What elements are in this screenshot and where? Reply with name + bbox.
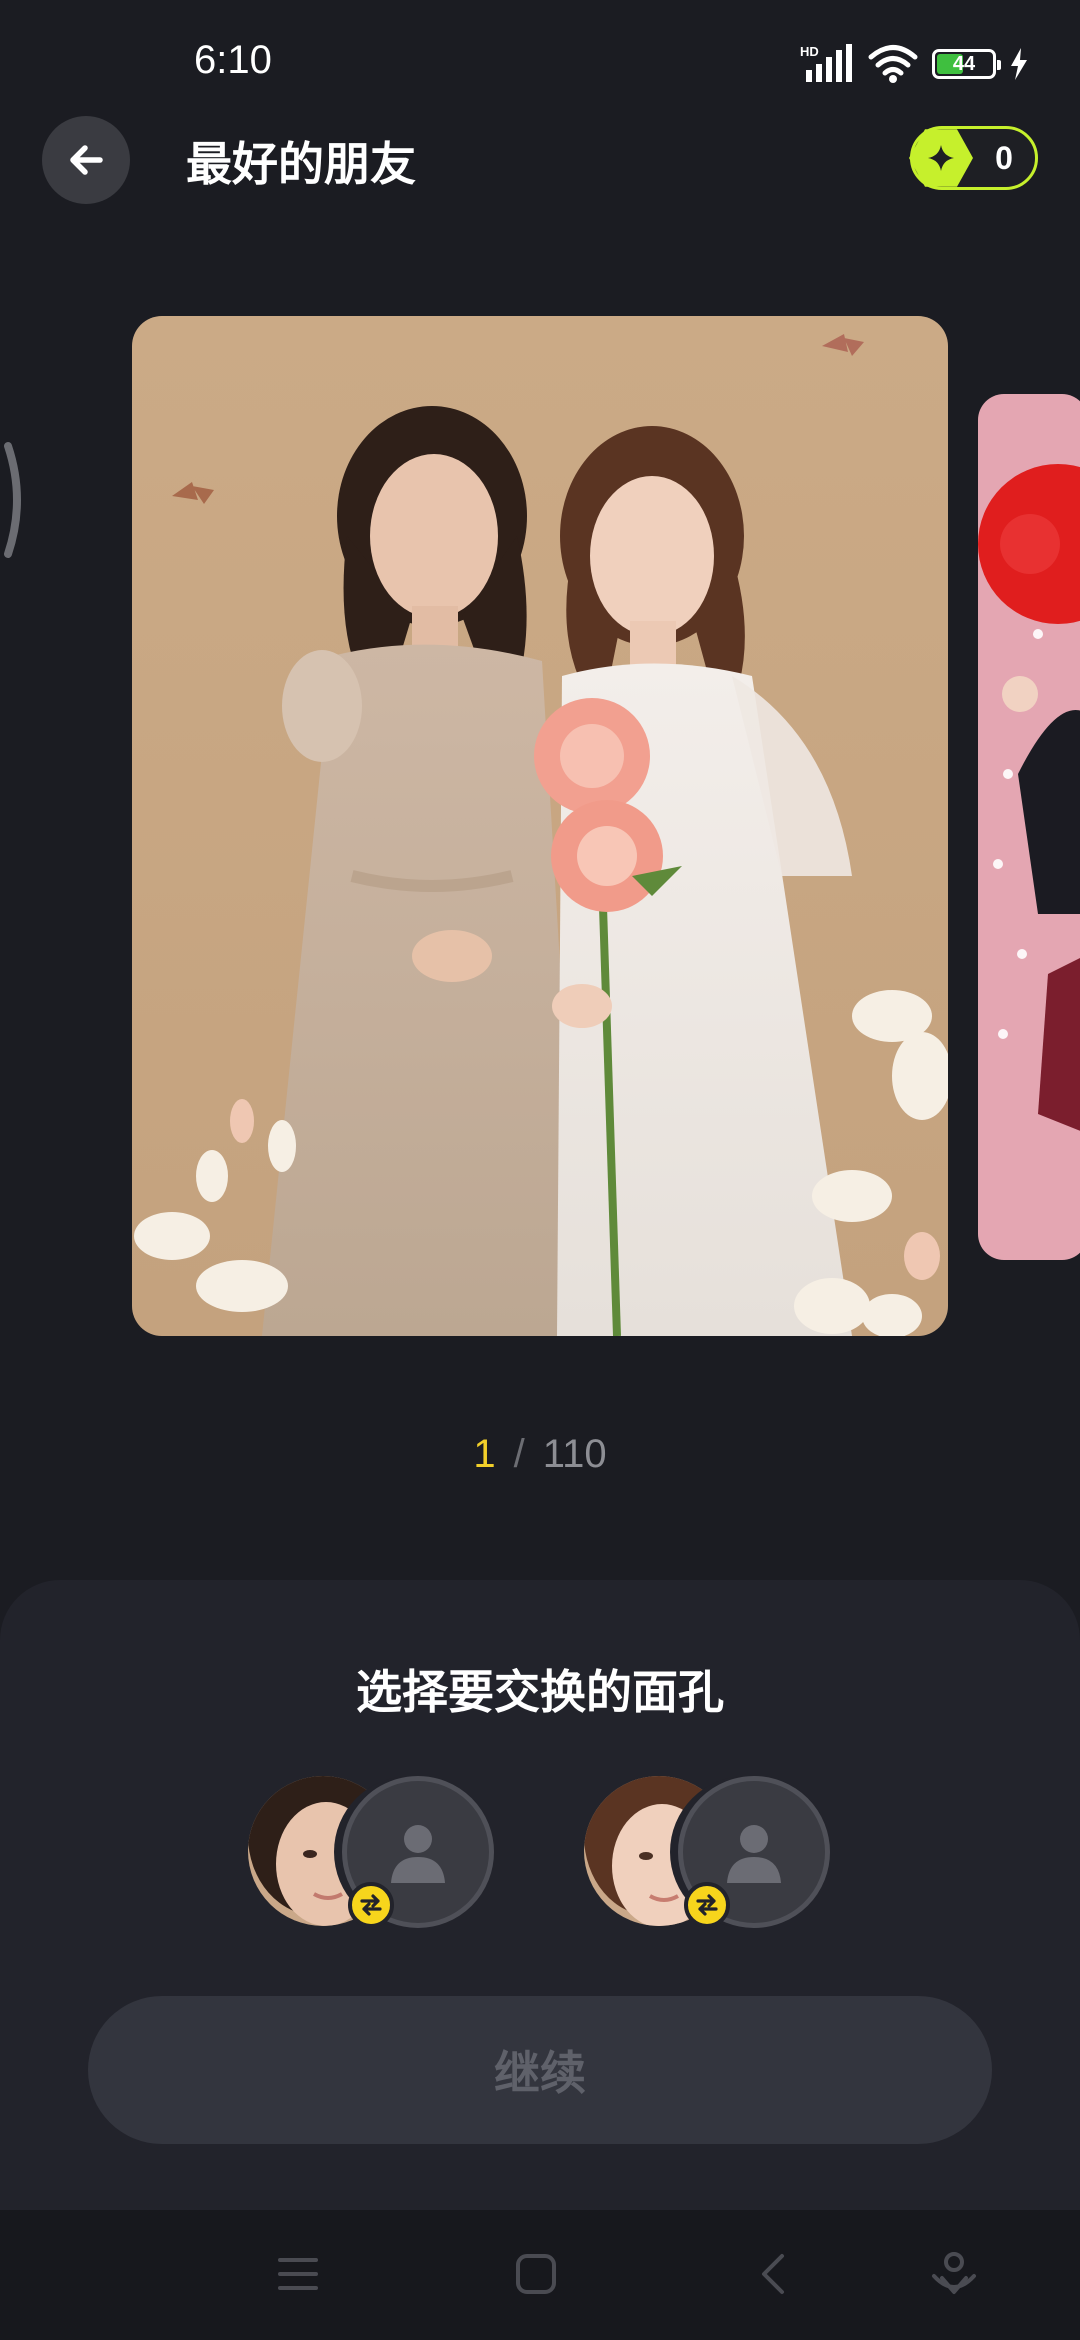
template-image-next	[978, 394, 1080, 1260]
nav-back-button[interactable]	[744, 2244, 804, 2304]
back-button[interactable]	[42, 116, 130, 204]
wifi-icon	[868, 45, 918, 83]
swap-arrows-icon	[348, 1882, 394, 1928]
template-card-current[interactable]	[132, 316, 948, 1336]
pager-separator: /	[513, 1432, 525, 1476]
status-time: 6:10	[194, 38, 272, 82]
sparkle-icon	[928, 145, 954, 171]
swap-arrows-icon	[684, 1882, 730, 1928]
nav-menu-button[interactable]	[268, 2244, 328, 2304]
arrow-left-icon	[70, 145, 103, 175]
menu-icon	[278, 2258, 318, 2290]
carousel-pager: 1 / 110	[0, 1432, 1080, 1477]
credits-badge[interactable]: 0	[909, 126, 1038, 190]
charging-icon	[1011, 48, 1027, 80]
nav-assistant-button[interactable]	[924, 2244, 984, 2304]
sheet-title: 选择要交换的面孔	[356, 1665, 724, 1719]
continue-button[interactable]: 继续	[88, 1996, 992, 2144]
template-image	[132, 316, 948, 1336]
home-icon	[516, 2254, 556, 2294]
face-swap-sheet: 选择要交换的面孔 继续	[0, 1580, 1080, 2210]
page-title: 最好的朋友	[186, 137, 416, 191]
status-icons: HD 44	[800, 40, 1028, 88]
credit-count: 0	[995, 139, 1013, 176]
assistant-icon	[932, 2252, 976, 2294]
nav-home-button[interactable]	[506, 2244, 566, 2304]
person-placeholder-icon	[727, 1825, 781, 1883]
system-nav-bar	[0, 2210, 1080, 2340]
status-bar: 6:10 HD 44	[0, 0, 1080, 120]
credit-hex	[909, 129, 973, 187]
back-icon	[762, 2254, 784, 2294]
previous-card-edge[interactable]	[0, 440, 30, 560]
battery-level: 44	[952, 52, 976, 75]
battery-icon: 44	[932, 49, 1001, 79]
face-pair-1[interactable]	[248, 1776, 508, 1928]
template-card-next[interactable]	[978, 394, 1080, 1260]
person-placeholder-icon	[391, 1825, 445, 1883]
pager-current: 1	[473, 1432, 496, 1476]
signal-icon: HD	[800, 44, 852, 82]
network-label: HD	[800, 44, 819, 59]
face-pair-2[interactable]	[584, 1776, 844, 1928]
pager-total: 110	[542, 1432, 607, 1476]
